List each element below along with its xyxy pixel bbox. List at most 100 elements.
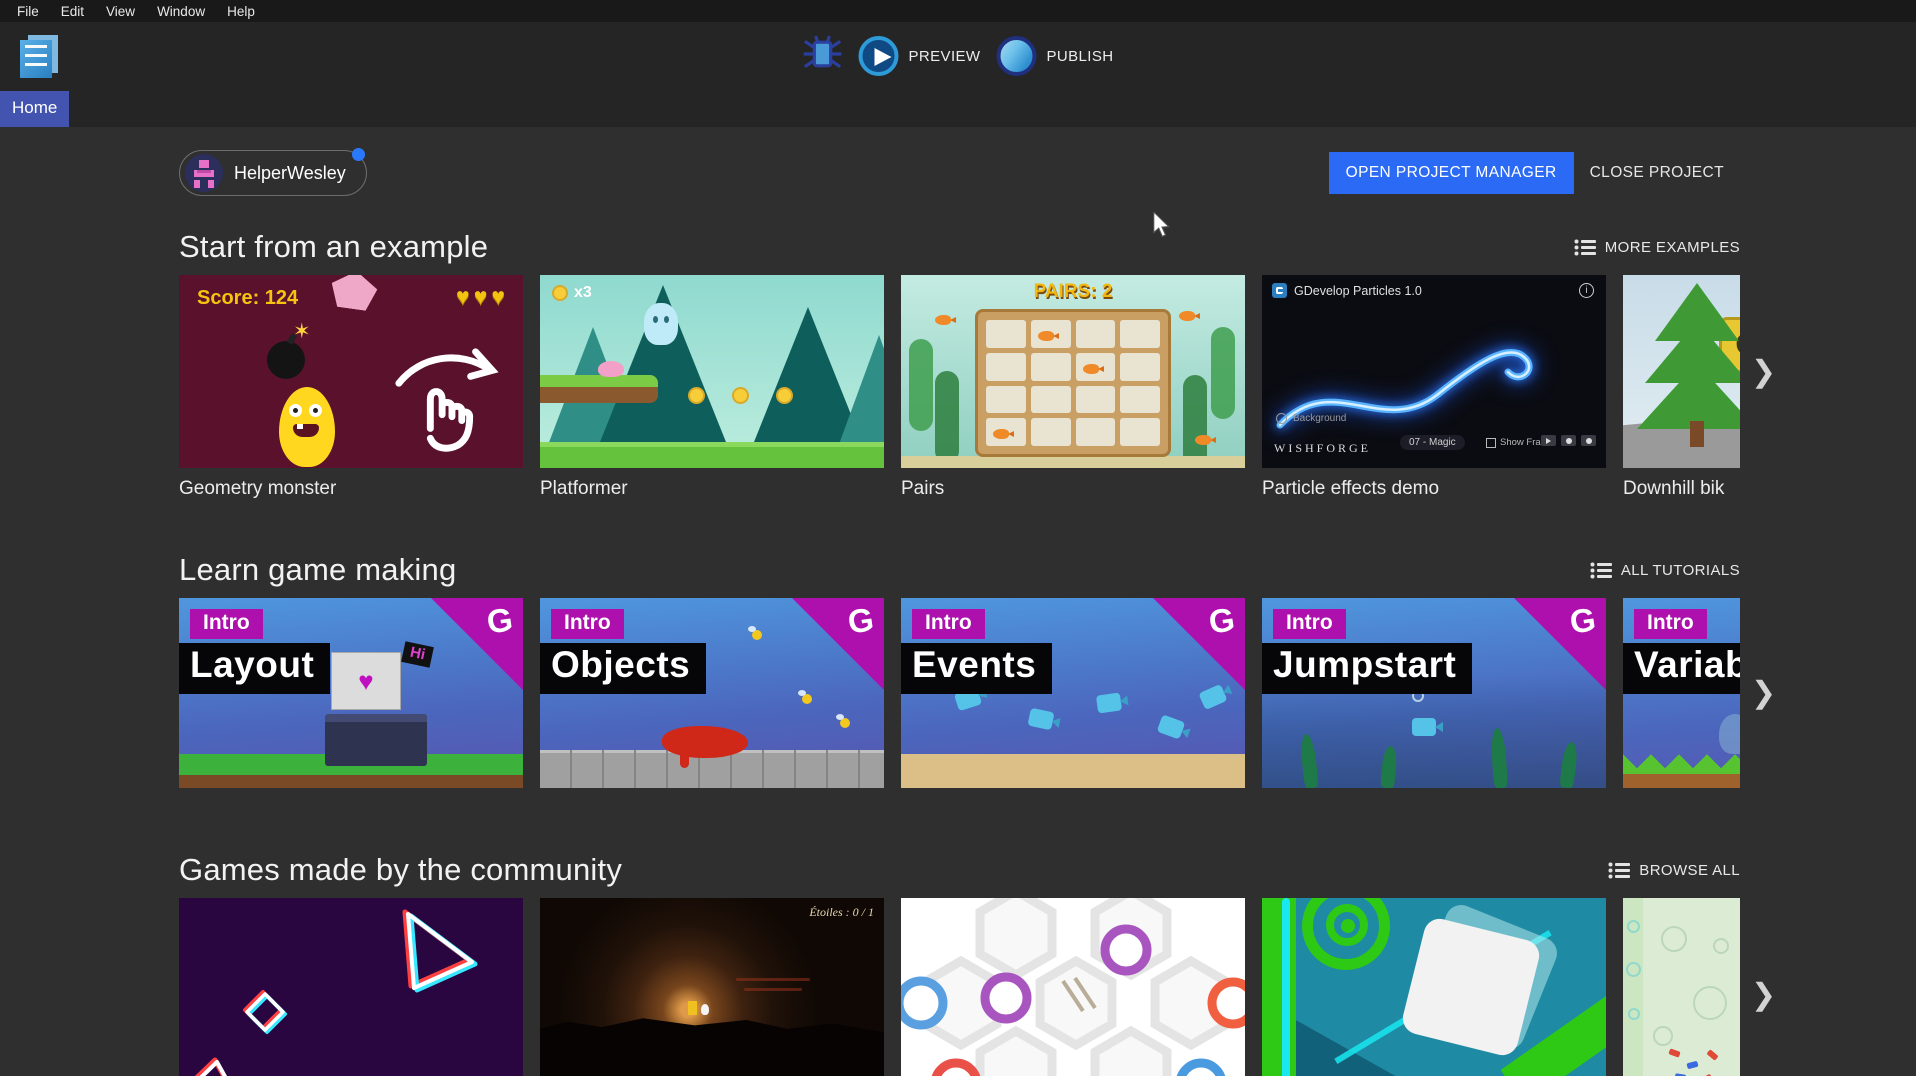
- bubble: [1653, 1026, 1673, 1046]
- seaweed: [1183, 375, 1207, 467]
- faint-text-line: [736, 978, 810, 981]
- community-section-title: Games made by the community: [179, 852, 622, 888]
- community-card-night-scene[interactable]: Étoiles : 0 / 1: [540, 898, 884, 1076]
- close-project-button[interactable]: CLOSE PROJECT: [1574, 152, 1740, 194]
- menu-window[interactable]: Window: [146, 4, 216, 19]
- example-card-particle-effects[interactable]: GDevelop Particles 1.0 Background WISHFO…: [1262, 275, 1606, 468]
- toolbar: PREVIEW PUBLISH: [0, 22, 1916, 90]
- cyan-ring: [1626, 962, 1641, 977]
- pairs-hud: PAIRS: 2: [901, 281, 1245, 303]
- fish: [1083, 364, 1099, 374]
- example-card-platformer[interactable]: x3: [540, 275, 884, 468]
- pentagon-shape: [329, 275, 380, 312]
- sand: [901, 456, 1245, 468]
- preview-button[interactable]: PREVIEW: [859, 36, 981, 76]
- chevron-right-icon[interactable]: [1751, 676, 1776, 711]
- tutorials-section-title: Learn game making: [179, 552, 456, 588]
- fish: [935, 315, 951, 325]
- blue-creature: [1096, 692, 1122, 713]
- platform: [540, 375, 658, 403]
- tutorial-card-layout[interactable]: G Hi Intro Layout: [179, 598, 523, 788]
- menu-edit[interactable]: Edit: [50, 4, 95, 19]
- user-chip[interactable]: HelperWesley: [179, 150, 367, 196]
- browse-all-link[interactable]: BROWSE ALL: [1608, 862, 1740, 879]
- chevron-right-icon[interactable]: [1751, 354, 1776, 389]
- bubble: [1661, 926, 1687, 952]
- example-card-geometry-monster[interactable]: Score: 124 ♥♥♥: [179, 275, 523, 468]
- community-card-bubbles[interactable]: [1623, 898, 1740, 1076]
- caption-platformer[interactable]: Platformer: [540, 478, 884, 500]
- youtube-icon: [1541, 435, 1556, 446]
- example-card-downhill-bike[interactable]: G: [1623, 275, 1740, 468]
- menu-view[interactable]: View: [95, 4, 146, 19]
- score-text: Score: 124: [197, 287, 298, 310]
- coin: [732, 387, 749, 404]
- browse-all-label: BROWSE ALL: [1639, 862, 1740, 879]
- notification-dot-icon: [352, 148, 365, 161]
- preview-label: PREVIEW: [909, 48, 981, 65]
- all-tutorials-link[interactable]: ALL TUTORIALS: [1590, 562, 1740, 579]
- tutorial-title: Variab: [1623, 643, 1740, 694]
- publish-label: PUBLISH: [1046, 48, 1113, 65]
- tutorial-card-variables[interactable]: G +1 Intro Variab: [1623, 598, 1740, 788]
- more-examples-label: MORE EXAMPLES: [1605, 239, 1740, 256]
- gdevelop-logo: G: [1207, 600, 1238, 641]
- page-front-shape: [20, 40, 52, 78]
- gdevelop-logo: G: [485, 600, 516, 641]
- project-manager-icon[interactable]: [16, 32, 66, 80]
- fish: [993, 429, 1009, 439]
- community-card-neon-shapes[interactable]: [179, 898, 523, 1076]
- caption-downhill[interactable]: Downhill bik: [1623, 478, 1740, 500]
- seaweed: [1211, 327, 1235, 419]
- publish-button[interactable]: PUBLISH: [996, 36, 1113, 76]
- menu-file[interactable]: File: [6, 4, 50, 19]
- discord-icon: [1581, 435, 1596, 446]
- coin-counter: x3: [552, 284, 592, 302]
- chevron-right-icon[interactable]: [1751, 977, 1776, 1012]
- debug-bug-icon[interactable]: [803, 34, 843, 79]
- blue-creature: [1027, 708, 1054, 731]
- community-row: Étoiles : 0 / 1: [179, 898, 1740, 1076]
- examples-section-title: Start from an example: [179, 229, 488, 265]
- coin: [776, 387, 793, 404]
- tutorial-title: Layout: [179, 643, 330, 694]
- tutorial-card-objects[interactable]: G Intro Objects: [540, 598, 884, 788]
- tutorials-row: G Hi Intro Layout G Intro Objects: [179, 598, 1740, 788]
- open-project-manager-button[interactable]: OPEN PROJECT MANAGER: [1329, 152, 1574, 194]
- intro-tag: Intro: [190, 609, 263, 639]
- cyan-stripe: [1282, 898, 1290, 1076]
- tutorial-title: Jumpstart: [1262, 643, 1472, 694]
- tab-home[interactable]: Home: [0, 91, 69, 127]
- bee: [802, 694, 812, 704]
- zigzag-ground: [1623, 748, 1740, 774]
- wishforge-brand: WISHFORGE: [1274, 441, 1371, 456]
- red-goo: [662, 726, 748, 758]
- seaweed: [935, 371, 959, 463]
- tiny-character: [688, 1001, 697, 1015]
- caption-geometry-monster[interactable]: Geometry monster: [179, 478, 523, 500]
- username: HelperWesley: [234, 163, 346, 184]
- community-card-teal-abstract[interactable]: [1262, 898, 1606, 1076]
- cyan-ring: [1628, 1008, 1640, 1020]
- tutorial-card-events[interactable]: G Intro Events: [901, 598, 1245, 788]
- examples-row: Score: 124 ♥♥♥: [179, 275, 1740, 468]
- playlist-icon: [1574, 239, 1596, 256]
- playlist-icon: [1608, 862, 1630, 879]
- radio-icon: [1276, 413, 1287, 424]
- social-icons: [1541, 435, 1596, 446]
- more-examples-link[interactable]: MORE EXAMPLES: [1574, 239, 1740, 256]
- pine-tree: [838, 335, 884, 447]
- avatar: [185, 154, 223, 192]
- community-card-hexagons[interactable]: [901, 898, 1245, 1076]
- editor-window: [331, 652, 401, 710]
- caption-pairs[interactable]: Pairs: [901, 478, 1245, 500]
- caption-particle-effects[interactable]: Particle effects demo: [1262, 478, 1606, 500]
- tutorial-card-jumpstart[interactable]: G Intro Jumpstart: [1262, 598, 1606, 788]
- example-card-pairs[interactable]: PAIRS: 2: [901, 275, 1245, 468]
- seaweed: [909, 339, 933, 431]
- bee: [752, 630, 762, 640]
- intro-tag: Intro: [912, 609, 985, 639]
- cyan-ring: [1627, 920, 1640, 933]
- green-edge-band: [1262, 898, 1296, 1076]
- menu-help[interactable]: Help: [216, 4, 266, 19]
